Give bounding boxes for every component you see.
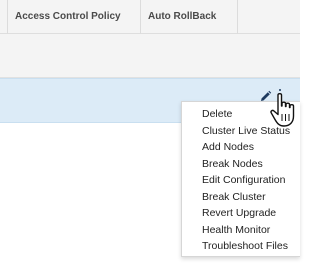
menu-item-edit-configuration[interactable]: Edit Configuration [182,172,300,189]
table-header: Access Control Policy Auto RollBack [0,0,300,34]
menu-item-revert-upgrade[interactable]: Revert Upgrade [182,205,300,222]
column-header-leading [0,0,7,34]
column-header-access-control-policy[interactable]: Access Control Policy [7,0,140,34]
menu-item-break-cluster[interactable]: Break Cluster [182,189,300,206]
table-row[interactable] [0,34,300,78]
menu-item-break-nodes[interactable]: Break Nodes [182,156,300,173]
hand-pointer-icon [270,93,295,127]
menu-item-health-monitor[interactable]: Health Monitor [182,222,300,239]
column-header-auto-rollback[interactable]: Auto RollBack [140,0,237,34]
column-header-trailing [237,0,300,34]
menu-item-troubleshoot-files[interactable]: Troubleshoot Files [182,238,300,255]
menu-item-add-nodes[interactable]: Add Nodes [182,139,300,156]
